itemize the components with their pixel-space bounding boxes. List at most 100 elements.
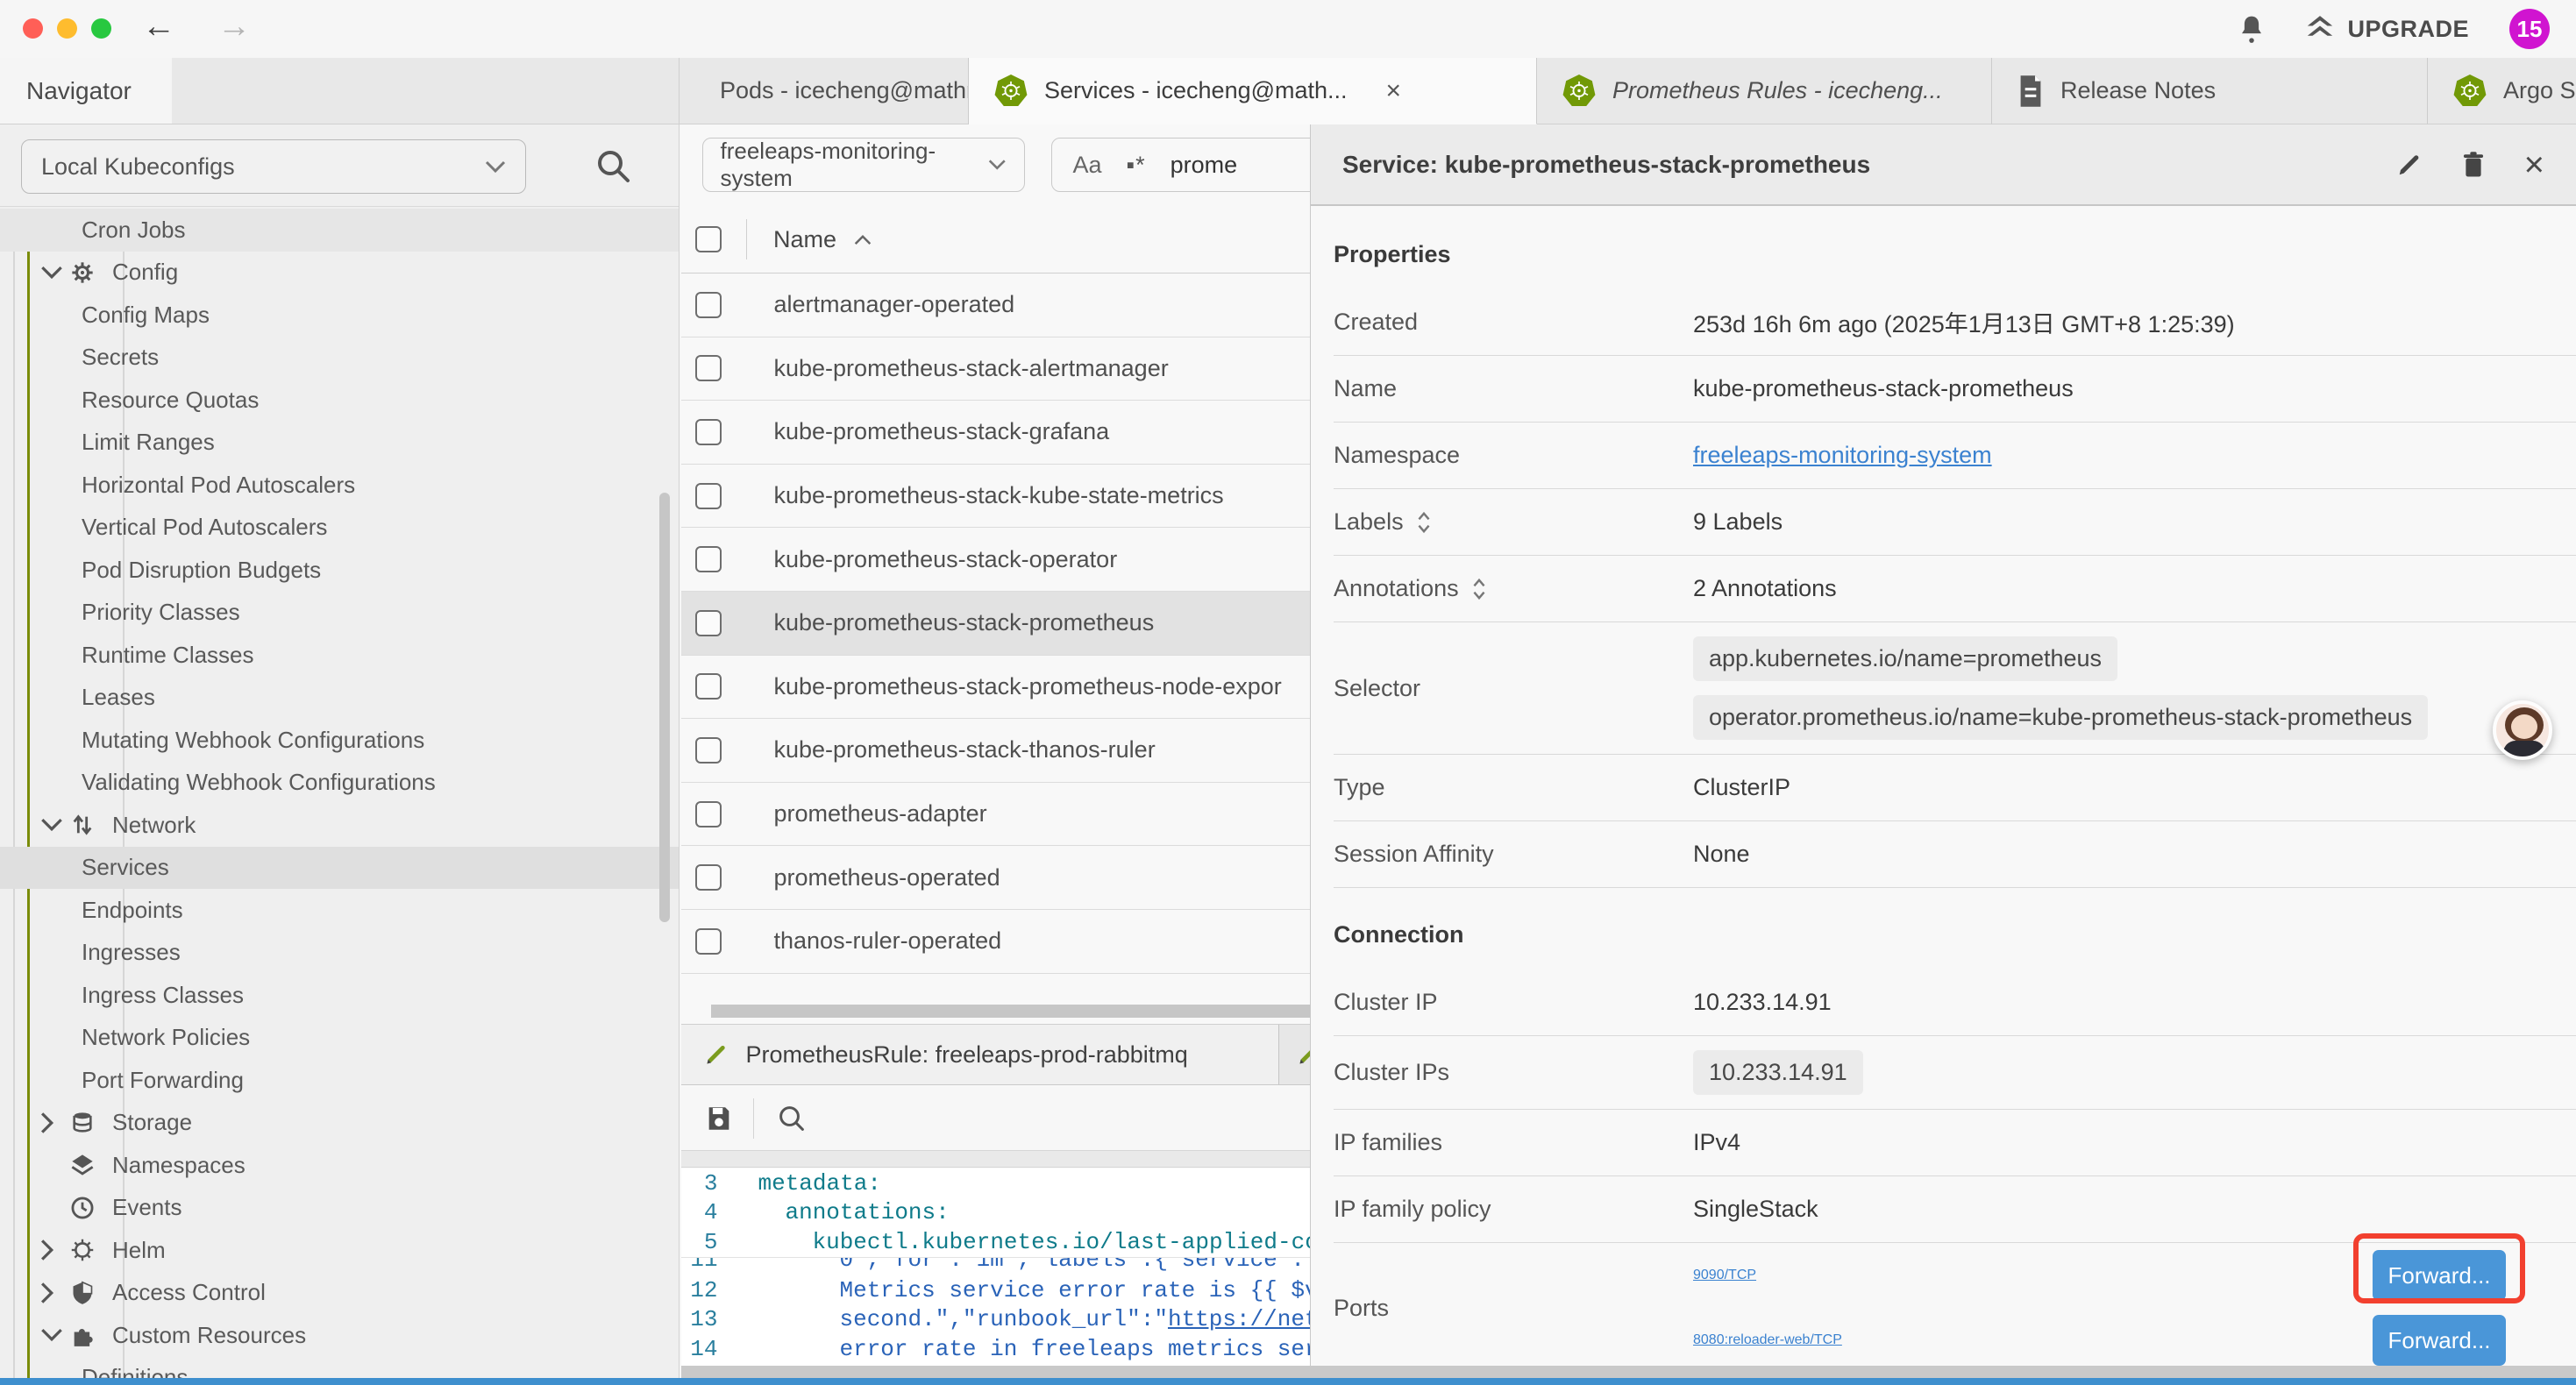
namespace-select-value: freeleaps-monitoring-system <box>721 138 989 192</box>
minimize-window-button[interactable] <box>57 18 77 39</box>
save-icon[interactable] <box>704 1104 734 1133</box>
sidebar-item-validating-webhook-configurations[interactable]: Validating Webhook Configurations <box>0 762 679 805</box>
port-link[interactable]: 9090/TCP <box>1693 1268 1756 1283</box>
row-checkbox[interactable] <box>695 546 722 572</box>
pencil-icon <box>704 1042 729 1067</box>
close-window-button[interactable] <box>23 18 43 39</box>
detail-label: Selector <box>1334 675 1420 702</box>
column-divider <box>746 219 748 259</box>
upgrade-button[interactable]: UPGRADE <box>2305 16 2469 43</box>
sidebar-item-ingresses[interactable]: Ingresses <box>0 932 679 975</box>
sort-updown-icon <box>1471 578 1487 600</box>
row-checkbox[interactable] <box>695 355 722 381</box>
sidebar-item-custom-resources[interactable]: Custom Resources <box>0 1314 679 1357</box>
select-all-checkbox[interactable] <box>695 226 722 252</box>
back-button[interactable]: ← <box>142 8 175 46</box>
detail-value: 2 Annotations <box>1693 575 2576 602</box>
tab-services[interactable]: Services - icecheng@math...× <box>969 58 1537 124</box>
row-checkbox[interactable] <box>695 673 722 700</box>
name-column-header[interactable]: Name <box>773 226 836 253</box>
detail-label: Namespace <box>1334 442 1460 469</box>
tab-prometheus[interactable]: Prometheus Rules - icecheng... <box>1537 58 1992 124</box>
editor-search-icon[interactable] <box>775 1102 808 1135</box>
sidebar-item-label: Access Control <box>112 1279 266 1306</box>
sidebar-scrollbar[interactable] <box>659 493 670 922</box>
close-icon[interactable]: × <box>2524 147 2544 182</box>
detail-label: Created <box>1334 309 1418 336</box>
sidebar-item-storage[interactable]: Storage <box>0 1102 679 1145</box>
sidebar-item-config[interactable]: Config <box>0 252 679 295</box>
row-checkbox[interactable] <box>695 292 722 318</box>
line-number: 5 <box>681 1229 744 1255</box>
service-name: kube-prometheus-stack-operator <box>774 546 1118 573</box>
assistant-avatar[interactable] <box>2493 700 2552 760</box>
sidebar-item-cron-jobs[interactable]: Cron Jobs <box>0 209 679 252</box>
sidebar-item-priority-classes[interactable]: Priority Classes <box>0 592 679 635</box>
sidebar-item-limit-ranges[interactable]: Limit Ranges <box>0 422 679 465</box>
sidebar-item-resource-quotas[interactable]: Resource Quotas <box>0 379 679 422</box>
detail-row-name: Namekube-prometheus-stack-prometheus <box>1334 356 2576 423</box>
value-chip: operator.prometheus.io/name=kube-prometh… <box>1693 695 2428 740</box>
navigator-tab[interactable]: Navigator <box>0 58 172 124</box>
editor-tab-prometheusrule[interactable]: PrometheusRule: freeleaps-prod-rabbitmq <box>681 1025 1279 1084</box>
window-controls[interactable] <box>23 18 111 39</box>
sidebar-item-helm[interactable]: Helm <box>0 1229 679 1272</box>
sidebar-search-icon[interactable] <box>593 146 633 186</box>
sidebar-item-port-forwarding[interactable]: Port Forwarding <box>0 1059 679 1102</box>
sort-ascending-icon[interactable] <box>854 234 872 245</box>
chevron-down-icon <box>988 159 1006 171</box>
tab-close-icon[interactable]: × <box>1386 78 1402 104</box>
sidebar-item-label: Limit Ranges <box>82 429 215 456</box>
sidebar-item-access-control[interactable]: Access Control <box>0 1272 679 1315</box>
bottom-scrollbar-band[interactable] <box>681 1366 2576 1378</box>
detail-row-session-affinity: Session AffinityNone <box>1334 821 2576 888</box>
sidebar-item-namespaces[interactable]: Namespaces <box>0 1144 679 1187</box>
namespace-select[interactable]: freeleaps-monitoring-system <box>702 138 1025 192</box>
row-checkbox[interactable] <box>695 801 722 827</box>
row-checkbox[interactable] <box>695 928 722 955</box>
sidebar-item-horizontal-pod-autoscalers[interactable]: Horizontal Pod Autoscalers <box>0 464 679 507</box>
sidebar-item-network[interactable]: Network <box>0 804 679 847</box>
row-checkbox[interactable] <box>695 737 722 764</box>
sort-updown-icon <box>1416 511 1432 534</box>
sidebar-item-config-maps[interactable]: Config Maps <box>0 294 679 337</box>
list-horizontal-scrollbar[interactable] <box>681 1005 1312 1018</box>
sidebar-item-pod-disruption-budgets[interactable]: Pod Disruption Budgets <box>0 549 679 592</box>
sidebar-item-endpoints[interactable]: Endpoints <box>0 889 679 932</box>
kubeconfig-select[interactable]: Local Kubeconfigs <box>21 139 526 194</box>
notification-count-badge[interactable]: 15 <box>2509 9 2550 49</box>
sidebar-item-services[interactable]: Services <box>0 847 679 890</box>
service-name: prometheus-operated <box>774 864 1000 891</box>
forward-button[interactable]: Forward... <box>2373 1315 2506 1366</box>
sidebar-item-secrets[interactable]: Secrets <box>0 337 679 380</box>
match-case-toggle[interactable]: Aa <box>1073 152 1102 179</box>
delete-icon[interactable] <box>2461 151 2486 179</box>
sidebar-item-ingress-classes[interactable]: Ingress Classes <box>0 974 679 1017</box>
tab-argo[interactable]: Argo Se <box>2428 58 2576 124</box>
regex-toggle[interactable]: ▪* <box>1127 152 1146 179</box>
kubernetes-icon <box>2452 74 2487 109</box>
sidebar-item-mutating-webhook-configurations[interactable]: Mutating Webhook Configurations <box>0 719 679 762</box>
row-checkbox[interactable] <box>695 864 722 891</box>
sidebar-item-events[interactable]: Events <box>0 1187 679 1230</box>
bell-icon[interactable] <box>2238 14 2265 44</box>
line-number: 13 <box>681 1306 744 1332</box>
sidebar-item-leases[interactable]: Leases <box>0 677 679 720</box>
row-checkbox[interactable] <box>695 483 722 509</box>
sidebar-item-label: Port Forwarding <box>82 1067 244 1094</box>
sidebar-item-vertical-pod-autoscalers[interactable]: Vertical Pod Autoscalers <box>0 507 679 550</box>
tab-release[interactable]: Release Notes <box>1992 58 2428 124</box>
row-checkbox[interactable] <box>695 419 722 445</box>
sidebar-item-runtime-classes[interactable]: Runtime Classes <box>0 634 679 677</box>
namespace-link[interactable]: freeleaps-monitoring-system <box>1693 442 1992 468</box>
detail-body: PropertiesCreated253d 16h 6m ago (2025年1… <box>1311 208 2576 1378</box>
upgrade-chevrons-icon <box>2305 16 2335 42</box>
tab-pods[interactable]: Pods - icecheng@mathmas... <box>680 58 969 124</box>
port-link[interactable]: 8080:reloader-web/TCP <box>1693 1332 1842 1348</box>
forward-button[interactable]: → <box>217 8 251 46</box>
row-checkbox[interactable] <box>695 610 722 636</box>
sidebar-item-network-policies[interactable]: Network Policies <box>0 1017 679 1060</box>
maximize-window-button[interactable] <box>91 18 111 39</box>
detail-label: Type <box>1334 774 1385 801</box>
edit-icon[interactable] <box>2396 152 2423 178</box>
